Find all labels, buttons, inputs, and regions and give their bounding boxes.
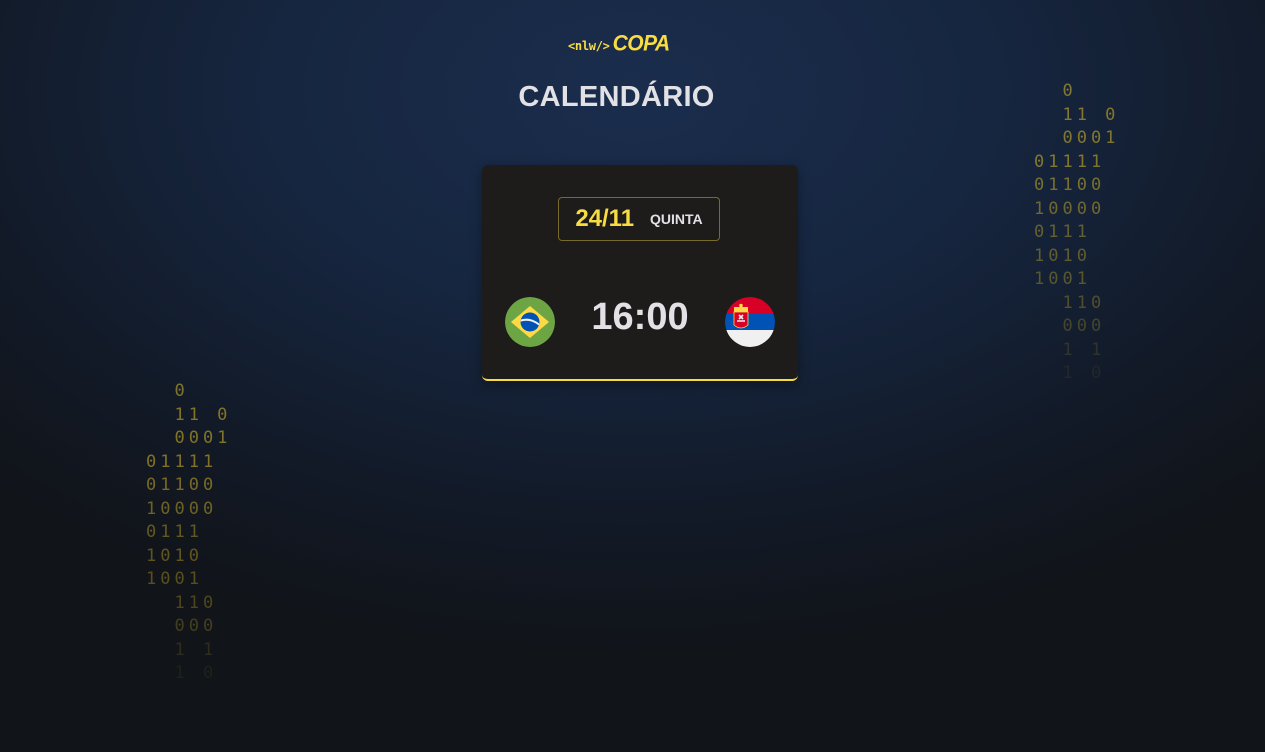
serbia-flag-icon bbox=[725, 297, 775, 347]
match-weekday: QUINTA bbox=[650, 211, 703, 227]
binary-row: 0 bbox=[1034, 81, 1077, 101]
binary-row: 10000 bbox=[1034, 198, 1106, 219]
match-date: 24/11 bbox=[575, 205, 635, 232]
binary-row: 1 1 bbox=[146, 639, 218, 660]
binary-row: 1 0 bbox=[1034, 363, 1106, 383]
binary-row: 11 0 bbox=[1034, 104, 1120, 125]
binary-row: 000 bbox=[1034, 316, 1106, 336]
binary-row: 10000 bbox=[146, 498, 218, 519]
binary-row: 0001 bbox=[146, 428, 232, 448]
binary-row: 01111 bbox=[146, 451, 218, 472]
binary-row: 1001 bbox=[146, 569, 203, 589]
binary-row: 110 bbox=[146, 592, 218, 613]
binary-row: 1001 bbox=[1034, 269, 1091, 289]
binary-row: 01111 bbox=[1034, 151, 1106, 172]
binary-row: 000 bbox=[146, 616, 218, 636]
binary-rain-left: 0 11 0 0001 01111 01100 10000 0111 1010 1001 1… bbox=[146, 380, 231, 686]
binary-row: 0001 bbox=[1034, 128, 1120, 148]
binary-row: 0111 bbox=[146, 522, 203, 542]
binary-row: 1010 bbox=[146, 545, 203, 566]
binary-row: 11 0 bbox=[146, 404, 232, 425]
logo-tag: <nlw/> bbox=[568, 39, 610, 53]
binary-row: 110 bbox=[1034, 292, 1106, 313]
match-date-box: 24/11 QUINTA bbox=[558, 197, 720, 241]
logo-name: COPA bbox=[612, 31, 671, 56]
logo: <nlw/> COPA bbox=[568, 32, 670, 54]
binary-row: 1 1 bbox=[1034, 339, 1106, 360]
binary-row: 1010 bbox=[1034, 245, 1091, 266]
binary-row: 01100 bbox=[146, 475, 218, 495]
match-card: 24/11 QUINTA 16:00 bbox=[482, 165, 798, 381]
binary-row: 0 bbox=[146, 381, 189, 401]
binary-rain-right: 0 11 0 0001 01111 01100 10000 0111 1010 1001 1… bbox=[1034, 80, 1119, 386]
binary-row: 0111 bbox=[1034, 222, 1091, 242]
binary-row: 1 0 bbox=[146, 663, 218, 683]
binary-row: 01100 bbox=[1034, 175, 1106, 195]
